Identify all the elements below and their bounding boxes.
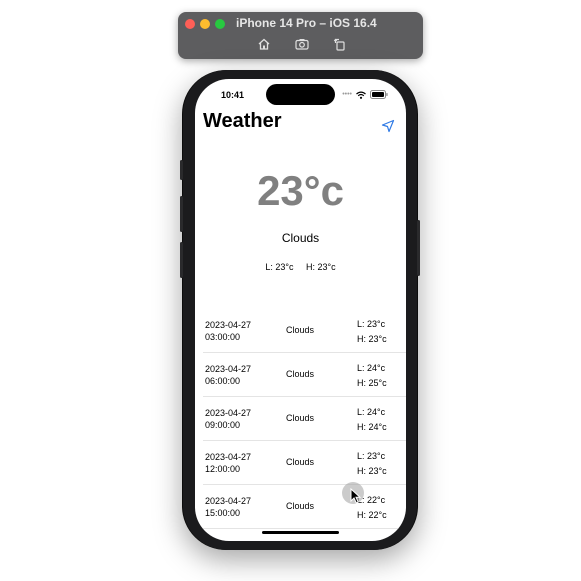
status-time: 10:41	[221, 90, 245, 100]
minimize-window-button[interactable]	[200, 19, 210, 29]
forecast-low-high: L: 23°c H: 23°c	[357, 317, 387, 347]
forecast-datetime: 2023-04-27 12:00:00	[205, 451, 251, 475]
forecast-condition: Clouds	[286, 369, 315, 379]
signal-dots: ••••	[342, 91, 352, 98]
forecast-datetime: 2023-04-27 06:00:00	[205, 363, 251, 387]
wifi-icon	[356, 91, 366, 99]
forecast-datetime: 2023-04-27 03:00:00	[205, 319, 251, 343]
screenshot-icon[interactable]	[294, 36, 310, 52]
current-low-high: L: 23°c H: 23°c	[195, 262, 406, 272]
forecast-date: 2023-04-27	[205, 496, 252, 506]
forecast-row[interactable]: 2023-04-27 09:00:00 Clouds L: 24°c H: 24…	[203, 397, 406, 441]
volume-up-button[interactable]	[180, 196, 183, 232]
forecast-low: L: 23°c	[357, 451, 386, 461]
app-title: Weather	[203, 110, 282, 132]
forecast-high: H: 25°c	[357, 378, 387, 388]
forecast-time: 09:00:00	[205, 420, 241, 430]
forecast-date: 2023-04-27	[205, 364, 252, 374]
dynamic-island	[266, 84, 335, 105]
current-low: L: 23°c	[265, 262, 294, 272]
battery-icon	[370, 90, 388, 99]
current-temperature: 23°c	[257, 167, 344, 214]
home-indicator[interactable]	[262, 531, 339, 534]
current-condition: Clouds	[281, 231, 320, 245]
simulator-toolbar	[256, 36, 348, 52]
forecast-high: H: 23°c	[357, 466, 387, 476]
current-high: H: 23°c	[306, 262, 336, 272]
forecast-low-high: L: 23°c H: 23°c	[357, 449, 387, 479]
forecast-row[interactable]: 2023-04-27 15:00:00 Clouds L: 22°c H: 22…	[203, 485, 406, 529]
forecast-date: 2023-04-27	[205, 320, 252, 330]
phone-screen: 10:41 •••• Weather 23°c Clouds L: 23°c H…	[195, 79, 406, 541]
forecast-date: 2023-04-27	[205, 408, 252, 418]
zoom-window-button[interactable]	[215, 19, 225, 29]
status-indicators: ••••	[342, 90, 388, 99]
forecast-time: 06:00:00	[205, 376, 241, 386]
simulator-title-bar: iPhone 14 Pro – iOS 16.4	[178, 12, 423, 59]
close-window-button[interactable]	[185, 19, 195, 29]
action-button[interactable]	[180, 160, 183, 180]
forecast-condition: Clouds	[286, 413, 315, 423]
power-button[interactable]	[417, 220, 420, 276]
forecast-row[interactable]: 2023-04-27 06:00:00 Clouds L: 24°c H: 25…	[203, 353, 406, 397]
forecast-condition: Clouds	[286, 501, 315, 511]
forecast-row[interactable]: 2023-04-27 12:00:00 Clouds L: 23°c H: 23…	[203, 441, 406, 485]
home-icon[interactable]	[256, 36, 272, 52]
forecast-high: H: 24°c	[357, 422, 387, 432]
forecast-time: 03:00:00	[205, 332, 241, 342]
rotate-icon[interactable]	[332, 36, 348, 52]
forecast-high: H: 23°c	[357, 334, 387, 344]
forecast-low: L: 24°c	[357, 407, 386, 417]
forecast-date: 2023-04-27	[205, 452, 252, 462]
forecast-datetime: 2023-04-27 09:00:00	[205, 407, 251, 431]
mouse-cursor-icon	[350, 488, 362, 504]
forecast-list[interactable]: 2023-04-27 03:00:00 Clouds L: 23°c H: 23…	[195, 309, 406, 529]
forecast-time: 12:00:00	[205, 464, 241, 474]
forecast-datetime: 2023-04-27 15:00:00	[205, 495, 251, 519]
forecast-high: H: 22°c	[357, 510, 387, 520]
forecast-condition: Clouds	[286, 457, 315, 467]
simulator-title: iPhone 14 Pro – iOS 16.4	[236, 16, 377, 30]
location-arrow-icon[interactable]	[381, 119, 395, 133]
volume-down-button[interactable]	[180, 242, 183, 278]
forecast-condition: Clouds	[286, 325, 315, 335]
forecast-low-high: L: 24°c H: 24°c	[357, 405, 387, 435]
forecast-low-high: L: 24°c H: 25°c	[357, 361, 387, 391]
forecast-low: L: 24°c	[357, 363, 386, 373]
forecast-row[interactable]: 2023-04-27 03:00:00 Clouds L: 23°c H: 23…	[203, 309, 406, 353]
forecast-low: L: 23°c	[357, 319, 386, 329]
forecast-time: 15:00:00	[205, 508, 241, 518]
